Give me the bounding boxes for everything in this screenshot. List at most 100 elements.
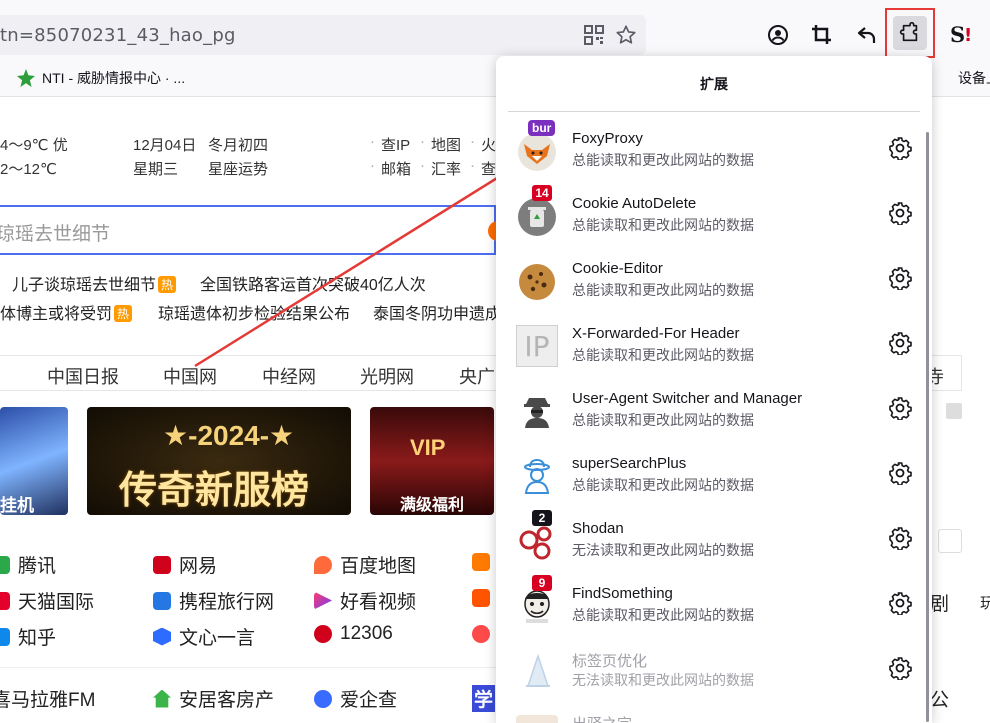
extension-name: superSearchPlus: [572, 455, 687, 472]
account-icon[interactable]: [762, 19, 794, 51]
tencent-icon: [0, 555, 10, 574]
extension-item-x-forwarded-for[interactable]: IP X-Forwarded-For Header 总能读取和更改此网站的数据: [506, 319, 916, 383]
weather-today[interactable]: 4～9℃ 优: [0, 134, 68, 155]
site-link-anjuke[interactable]: 安居客房产: [153, 685, 274, 712]
bookmark-nti[interactable]: NTI - 威胁情报中心 · ...: [16, 68, 185, 88]
news-item[interactable]: 琼瑶遗体初步检验结果公布: [158, 300, 350, 324]
face-icon: [524, 590, 550, 623]
extension-item-cookie-editor[interactable]: Cookie-Editor 总能读取和更改此网站的数据: [506, 254, 916, 318]
extension-item-tab-optimizer[interactable]: 标签页优化 无法读取和更改此网站的数据: [506, 644, 916, 708]
gear-icon[interactable]: [888, 526, 912, 550]
site-link-baidu-map[interactable]: 百度地图: [314, 551, 416, 578]
panel-divider: [508, 111, 920, 112]
quick-link-rate[interactable]: 汇率: [431, 158, 461, 179]
quick-link-map[interactable]: 地图: [431, 134, 461, 155]
gear-icon[interactable]: [888, 591, 912, 615]
news-item[interactable]: 儿子谈琼瑶去世细节热: [12, 271, 177, 295]
site-link-tencent[interactable]: 腾讯: [0, 551, 56, 578]
nav-link[interactable]: 中国网: [163, 363, 217, 389]
qr-code-icon[interactable]: [578, 19, 610, 51]
quick-link-ip[interactable]: 查IP: [381, 134, 410, 155]
site-link-wenxin[interactable]: 文心一言: [153, 623, 255, 650]
right-edge-text[interactable]: 玩: [980, 592, 990, 613]
gear-icon[interactable]: [888, 396, 912, 420]
horoscope-link[interactable]: 星座运势: [208, 158, 268, 179]
site-link-haokan[interactable]: 好看视频: [314, 587, 416, 614]
extension-item-foxyproxy[interactable]: bur FoxyProxy 总能读取和更改此网站的数据: [506, 120, 916, 188]
extension-permission: 总能读取和更改此网站的数据: [572, 217, 754, 233]
right-edge-text[interactable]: 剧: [930, 589, 949, 616]
quick-link-mail[interactable]: 邮箱: [381, 158, 411, 179]
gear-icon[interactable]: [888, 266, 912, 290]
site-link-ctrip[interactable]: 携程旅行网: [153, 587, 274, 614]
extension-name: X-Forwarded-For Header: [572, 325, 740, 342]
url-bar[interactable]: tn=85070231_43_hao_pg: [0, 15, 646, 55]
screenshot-crop-icon[interactable]: [806, 19, 838, 51]
news-item[interactable]: 体博主或将受罚热: [0, 300, 133, 324]
gear-icon[interactable]: [888, 201, 912, 225]
nav-link[interactable]: 央广: [459, 363, 495, 389]
bookmark-right-label[interactable]: 设备上的: [958, 68, 990, 88]
extension-name: 出驿之宗: [572, 713, 632, 723]
right-edge-text[interactable]: 公: [930, 685, 949, 712]
extension-permission: 总能读取和更改此网站的数据: [572, 477, 754, 493]
shodan-icon: [519, 526, 552, 560]
gear-icon[interactable]: [888, 656, 912, 680]
site-link-ximalaya[interactable]: 喜马拉雅FM: [0, 685, 95, 712]
quick-link-train[interactable]: 火: [481, 134, 496, 155]
extensions-panel: 扩展 bur FoxyProxy 总能读取和更改此网站的数据 14 Cookie…: [496, 56, 932, 723]
bookmark-star-icon[interactable]: [610, 19, 642, 51]
quick-link-query[interactable]: 查: [481, 158, 496, 179]
site-link-zhihu[interactable]: 知乎: [0, 623, 56, 650]
news-item[interactable]: 泰国冬阴功申遗成: [373, 300, 501, 324]
settings-icon[interactable]: [938, 529, 962, 553]
extension-item-shodan[interactable]: 2 Shodan 无法读取和更改此网站的数据: [506, 510, 916, 578]
extension-item-findsomething[interactable]: 9 FindSomething 总能读取和更改此网站的数据: [506, 575, 916, 643]
search-hint: 琼瑶去世细节: [0, 224, 111, 245]
extension-badge: 9: [532, 575, 552, 591]
extension-name: 标签页优化: [572, 653, 648, 670]
gear-icon[interactable]: [888, 461, 912, 485]
extension-item-cookie-autodelete[interactable]: 14 Cookie AutoDelete 总能读取和更改此网站的数据: [506, 185, 916, 253]
nav-link[interactable]: 中国日报: [47, 363, 119, 389]
site-link-tmall[interactable]: 天猫国际: [0, 587, 94, 614]
extension-item-partial[interactable]: 出驿之宗: [506, 709, 916, 723]
gear-icon[interactable]: [888, 331, 912, 355]
extension-badge: 14: [532, 185, 552, 201]
weibo-icon[interactable]: [472, 625, 490, 643]
nav-link[interactable]: 中经网: [262, 363, 316, 389]
taobao-icon[interactable]: [472, 589, 490, 607]
game-banner-right[interactable]: VIP 满级福利: [370, 407, 494, 515]
nav-link[interactable]: 光明网: [360, 363, 414, 389]
panel-scrollbar[interactable]: [926, 132, 929, 722]
extension-item-supersearchplus[interactable]: superSearchPlus 总能读取和更改此网站的数据: [506, 449, 916, 513]
gear-icon[interactable]: [888, 136, 912, 160]
bookmark-label: NTI - 威胁情报中心 · ...: [42, 70, 186, 86]
url-text[interactable]: tn=85070231_43_hao_pg: [0, 25, 236, 46]
fox-icon: [518, 133, 556, 171]
extension-permission: 总能读取和更改此网站的数据: [572, 282, 754, 298]
banner-year: ★-2024-★: [163, 420, 295, 451]
back-undo-icon[interactable]: [851, 19, 883, 51]
extension-name: Cookie AutoDelete: [572, 195, 697, 212]
ip-icon: IP: [516, 325, 558, 367]
news-item[interactable]: 全国铁路客运首次突破40亿人次: [200, 271, 426, 295]
house-icon: [153, 689, 171, 708]
game-banner-left[interactable]: 挂机: [0, 407, 68, 515]
extension-permission: 无法读取和更改此网站的数据: [572, 542, 754, 558]
game-icon[interactable]: [472, 553, 490, 571]
site-link-xue[interactable]: 学: [472, 685, 496, 712]
site-link-12306[interactable]: 12306: [314, 623, 393, 645]
weather-tomorrow[interactable]: 2～12℃: [0, 158, 57, 179]
s-extension-icon[interactable]: S!: [944, 18, 976, 50]
extension-badge: 2: [532, 510, 552, 526]
close-ad-icon[interactable]: [946, 403, 962, 419]
search-input[interactable]: 琼瑶去世细节: [0, 205, 496, 255]
site-link-aiqicha[interactable]: 爱企查: [314, 685, 397, 712]
extensions-button[interactable]: [893, 16, 927, 50]
extension-item-user-agent-switcher[interactable]: User-Agent Switcher and Manager 总能读取和更改此…: [506, 384, 916, 448]
netease-icon: [153, 555, 171, 574]
game-banner-center[interactable]: ★-2024-★ 传奇新服榜: [87, 407, 351, 515]
site-link-netease[interactable]: 网易: [153, 551, 217, 578]
tmall-icon: [0, 591, 10, 610]
